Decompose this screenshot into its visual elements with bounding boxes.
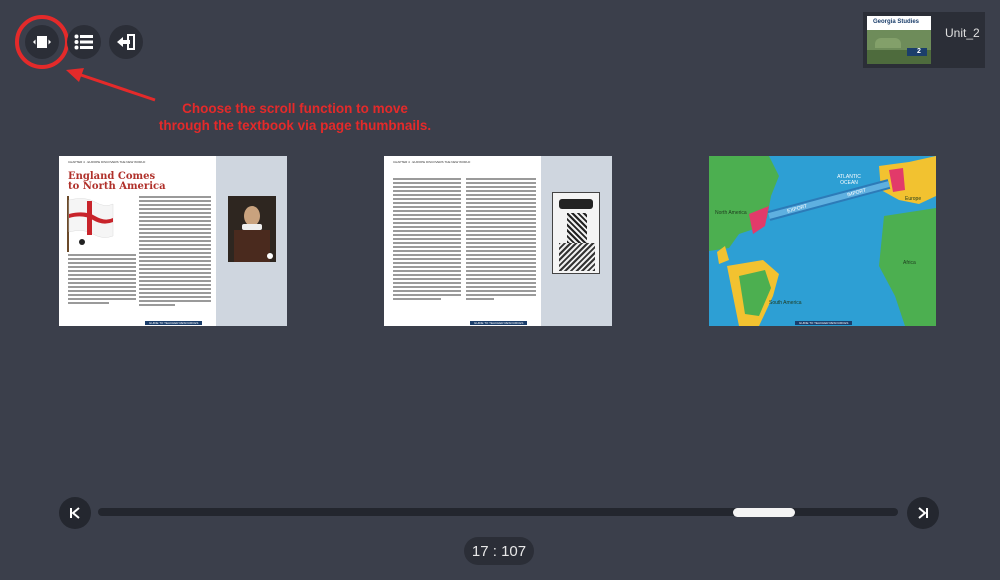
last-page-button[interactable] — [907, 497, 939, 529]
page-counter: 17 : 107 — [464, 537, 534, 565]
portrait-image — [228, 196, 276, 262]
first-page-button[interactable] — [59, 497, 91, 529]
page-thumbnail-1[interactable]: CHAPTER 4 · EUROPE DISCOVERS THE NEW WOR… — [59, 156, 287, 326]
illustration-image — [552, 192, 600, 274]
chapter-label: CHAPTER 4 · EUROPE DISCOVERS THE NEW WOR… — [68, 160, 146, 164]
footer-tag: GUIDE TO TEACHER RESOURCES — [795, 321, 853, 325]
body-text-col-1 — [393, 178, 461, 302]
body-text-col-1 — [68, 254, 136, 306]
map-label-europe: Europe — [905, 196, 922, 202]
annotation-line-1: Choose the scroll function to move — [182, 101, 408, 116]
cover-title: Georgia Studies — [873, 19, 920, 25]
england-flag-image — [67, 196, 114, 252]
title-line-2: to North America — [68, 181, 166, 192]
page-thumbnail-2[interactable]: CHAPTER 4 · EUROPE DISCOVERS THE NEW WOR… — [384, 156, 612, 326]
skip-to-last-icon — [918, 507, 928, 519]
map-label-africa: Africa — [903, 260, 916, 266]
footer-tag: GUIDE TO TEACHER RESOURCES — [145, 321, 203, 325]
trade-map-image — [709, 156, 936, 326]
map-label-atlantic: ATLANTIC OCEAN — [837, 174, 861, 186]
cover-number: 2 — [917, 48, 921, 55]
footer-tag: GUIDE TO TEACHER RESOURCES — [470, 321, 528, 325]
body-text-col-2 — [139, 196, 211, 308]
map-label-north-america: North America — [715, 210, 747, 216]
chapter-label: CHAPTER 4 · EUROPE DISCOVERS THE NEW WOR… — [393, 160, 471, 164]
annotation-text: Choose the scroll function to move throu… — [130, 100, 460, 134]
page-scroll-thumb[interactable] — [733, 508, 795, 517]
body-text-col-2 — [466, 178, 536, 302]
unit-card[interactable]: Georgia Studies 2 Unit_2 — [863, 12, 985, 68]
unit-label: Unit_2 — [945, 26, 980, 40]
map-label-south-america: South America — [769, 300, 802, 306]
unit-cover-thumbnail: Georgia Studies 2 — [867, 16, 931, 64]
annotation-line-2: through the textbook via page thumbnails… — [158, 118, 432, 133]
page-thumbnail-3[interactable]: North America ATLANTIC OCEAN EXPORT IMPO… — [709, 156, 936, 326]
skip-to-first-icon — [70, 507, 80, 519]
page-title: England Comes to North America — [68, 172, 166, 192]
